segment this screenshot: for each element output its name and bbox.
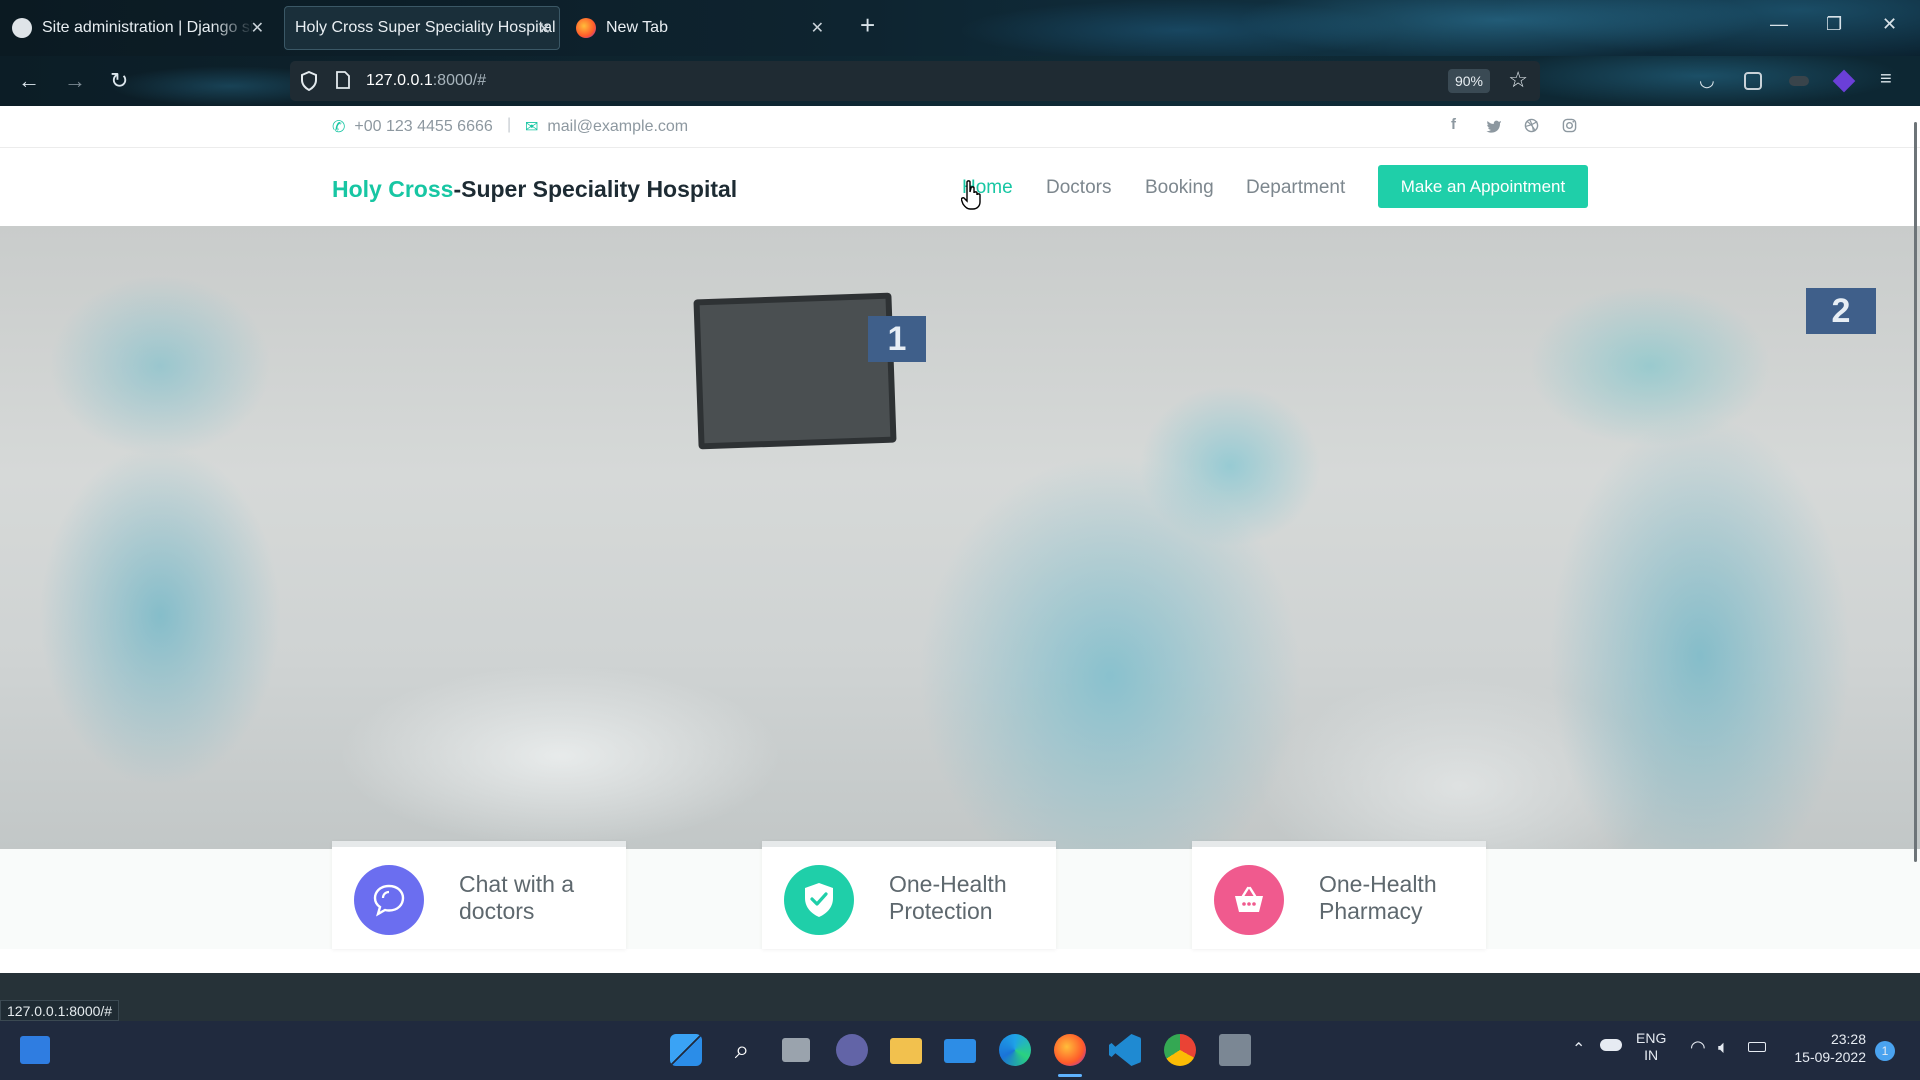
extension-icon[interactable] bbox=[1744, 72, 1762, 90]
brand-rest: -Super Speciality Hospital bbox=[453, 176, 738, 202]
firefox-favicon-icon bbox=[576, 18, 596, 38]
clock[interactable]: 23:28 15-09-2022 bbox=[1784, 1030, 1866, 1066]
app-icon[interactable] bbox=[1219, 1034, 1251, 1066]
widgets-icon[interactable] bbox=[20, 1036, 50, 1064]
mail-icon: ✉ bbox=[525, 119, 539, 136]
firefox-icon[interactable] bbox=[1054, 1034, 1086, 1066]
volume-icon[interactable]: 🔈︎ bbox=[1718, 1037, 1729, 1058]
hero-image: 1 2 bbox=[0, 226, 1920, 849]
url-text[interactable]: 127.0.0.1:8000/# bbox=[366, 72, 486, 90]
phone-info: ✆ +00 123 4455 6666 bbox=[332, 117, 493, 137]
window-close-icon[interactable]: ✕ bbox=[1882, 14, 1897, 35]
feature-label: One-Health Pharmacy bbox=[1319, 871, 1437, 924]
feature-card-protection[interactable]: One-Health Protection bbox=[762, 841, 1056, 949]
search-icon[interactable]: ⌕ bbox=[726, 1034, 758, 1066]
feature-card-chat[interactable]: Chat with a doctors bbox=[332, 841, 626, 949]
menu-department[interactable]: Department bbox=[1246, 177, 1345, 199]
feature-card-pharmacy[interactable]: One-Health Pharmacy bbox=[1192, 841, 1486, 949]
top-info-bar: ✆ +00 123 4455 6666 | ✉ mail@example.com… bbox=[0, 106, 1920, 148]
close-tab-icon[interactable]: ✕ bbox=[251, 18, 264, 38]
onedrive-cloud-icon[interactable] bbox=[1600, 1039, 1622, 1051]
browser-nav-bar: ← → ↻ 127.0.0.1:8000/# 90% ☆ ◡ ≡ bbox=[0, 56, 1920, 106]
language-code: ENG bbox=[1636, 1030, 1667, 1046]
language-indicator[interactable]: ENG IN bbox=[1636, 1030, 1666, 1064]
address-bar[interactable]: 127.0.0.1:8000/# 90% ☆ bbox=[290, 61, 1540, 101]
wall-monitor bbox=[693, 292, 897, 450]
menu-booking[interactable]: Booking bbox=[1145, 177, 1214, 199]
teams-chat-icon[interactable] bbox=[836, 1034, 868, 1066]
feature-label: Chat with a doctors bbox=[459, 871, 575, 924]
email-address[interactable]: mail@example.com bbox=[547, 118, 688, 136]
bed-number-sign: 1 bbox=[868, 316, 926, 362]
tab-django-admin[interactable]: Site administration | Django site admin … bbox=[2, 6, 272, 50]
pocket-icon[interactable]: ◡ bbox=[1699, 70, 1715, 91]
tab-title: Holy Cross Super Speciality Hospital bbox=[295, 19, 556, 36]
page-icon bbox=[336, 71, 350, 89]
basket-icon bbox=[1214, 865, 1284, 935]
forward-arrow-icon[interactable]: → bbox=[64, 68, 86, 94]
battery-icon[interactable] bbox=[1748, 1042, 1766, 1052]
web-page: ✆ +00 123 4455 6666 | ✉ mail@example.com… bbox=[0, 106, 1920, 1021]
close-tab-icon[interactable]: ✕ bbox=[811, 18, 824, 38]
tab-title: New Tab bbox=[606, 19, 668, 36]
tab-new-tab[interactable]: New Tab ✕ bbox=[566, 6, 836, 50]
chrome-icon[interactable] bbox=[1164, 1034, 1196, 1066]
phone-number: +00 123 4455 6666 bbox=[354, 118, 493, 135]
task-view-icon[interactable] bbox=[782, 1038, 810, 1062]
menu-doctors[interactable]: Doctors bbox=[1046, 177, 1111, 199]
reload-icon[interactable]: ↻ bbox=[110, 68, 128, 94]
link-status-bar: 127.0.0.1:8000/# bbox=[0, 1000, 120, 1021]
facebook-icon[interactable]: f bbox=[1451, 116, 1456, 133]
edge-icon[interactable] bbox=[999, 1034, 1031, 1066]
chat-icon bbox=[354, 865, 424, 935]
make-appointment-button[interactable]: Make an Appointment bbox=[1378, 165, 1588, 208]
mail-app-icon[interactable] bbox=[944, 1039, 976, 1063]
purple-extension-icon[interactable] bbox=[1832, 69, 1856, 93]
clock-date: 15-09-2022 bbox=[1794, 1049, 1866, 1065]
page-scrollbar[interactable] bbox=[1914, 122, 1917, 862]
file-explorer-icon[interactable] bbox=[890, 1038, 922, 1064]
active-app-indicator bbox=[1058, 1074, 1082, 1077]
email-info: ✉ mail@example.com bbox=[525, 117, 688, 137]
zoom-level[interactable]: 90% bbox=[1448, 69, 1490, 93]
minimize-icon[interactable]: — bbox=[1770, 14, 1788, 35]
shield-check-icon bbox=[784, 865, 854, 935]
instagram-icon[interactable] bbox=[1562, 118, 1577, 133]
feature-label: One-Health Protection bbox=[889, 871, 1007, 924]
vscode-icon[interactable] bbox=[1109, 1034, 1141, 1066]
mask-extension-icon[interactable] bbox=[1789, 76, 1809, 86]
site-header: Holy Cross-Super Speciality Hospital Hom… bbox=[0, 148, 1920, 226]
bed-number-sign: 2 bbox=[1806, 288, 1876, 334]
brand-accent: Holy Cross bbox=[332, 176, 454, 202]
info-separator: | bbox=[507, 116, 512, 133]
site-brand[interactable]: Holy Cross-Super Speciality Hospital bbox=[332, 176, 737, 203]
close-tab-icon[interactable]: ✕ bbox=[538, 19, 551, 39]
back-arrow-icon[interactable]: ← bbox=[18, 68, 40, 94]
clock-time: 23:28 bbox=[1830, 1031, 1866, 1047]
chevron-up-icon[interactable]: ⌃ bbox=[1572, 1039, 1585, 1059]
browser-tab-bar: Site administration | Django site admin … bbox=[0, 0, 1920, 56]
url-path: :8000/# bbox=[432, 72, 487, 89]
region-code: IN bbox=[1644, 1047, 1659, 1063]
wifi-icon[interactable]: ◠ bbox=[1690, 1037, 1706, 1058]
features-strip: Chat with a doctors One-Health Protectio… bbox=[0, 841, 1920, 949]
restore-icon[interactable]: ❐ bbox=[1826, 14, 1842, 35]
start-windows-icon[interactable] bbox=[670, 1034, 702, 1066]
hamburger-menu-icon[interactable]: ≡ bbox=[1880, 68, 1892, 91]
bookmark-star-icon[interactable]: ☆ bbox=[1508, 67, 1528, 93]
twitter-icon[interactable] bbox=[1486, 119, 1502, 133]
hand-cursor-icon bbox=[961, 180, 981, 210]
dark-section-band bbox=[0, 973, 1920, 1021]
django-favicon-icon bbox=[12, 18, 32, 38]
url-host: 127.0.0.1 bbox=[366, 72, 433, 89]
notification-badge[interactable]: 1 bbox=[1875, 1041, 1895, 1061]
phone-icon: ✆ bbox=[332, 119, 346, 136]
shield-icon[interactable] bbox=[300, 71, 318, 91]
dribbble-icon[interactable] bbox=[1524, 118, 1539, 133]
windows-taskbar: ⌕ ⌃ ENG IN ◠ 🔈︎ 23:28 15-09-2022 1 bbox=[0, 1021, 1920, 1080]
new-tab-plus-icon[interactable]: + bbox=[860, 10, 875, 41]
tab-hospital[interactable]: Holy Cross Super Speciality Hospital ✕ bbox=[284, 6, 560, 50]
tab-title: Site administration | Django site admin bbox=[42, 19, 254, 36]
